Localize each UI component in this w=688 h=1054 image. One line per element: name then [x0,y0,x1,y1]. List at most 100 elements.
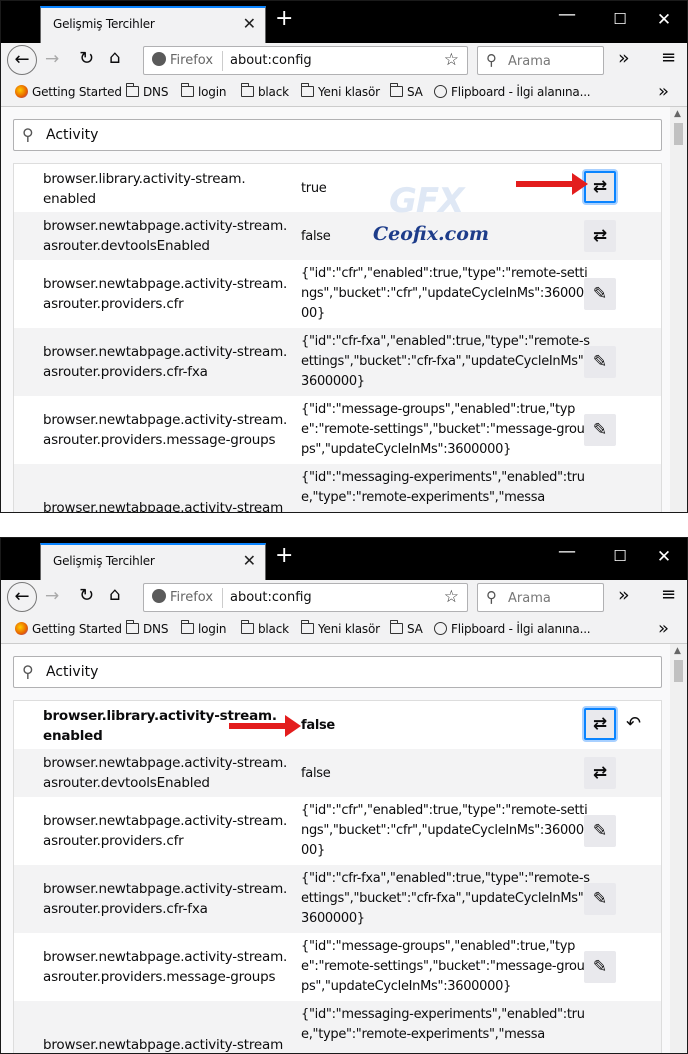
bookmark-dns[interactable]: DNS [125,83,168,99]
scroll-thumb[interactable] [674,660,683,682]
edit-button[interactable]: ✎ [584,346,616,378]
edit-button[interactable]: ✎ [584,278,616,310]
bookmark-label: black [258,622,289,636]
home-button[interactable]: ⌂ [109,584,120,605]
bookmark-black[interactable]: black [240,83,289,99]
toggle-button[interactable]: ⇄ [584,757,616,789]
url-text[interactable]: about:config [230,590,312,605]
search-filter-input[interactable]: ⚲ Activity [13,656,662,688]
bookmark-getting-started[interactable]: Getting Started [15,85,122,99]
new-tab-button[interactable]: + [275,8,293,30]
url-bar[interactable]: Firefox about:config ☆ [143,583,468,612]
config-content: ⚲ Activity browser.library.activity-stre… [1,107,687,512]
pref-name: browser.newtabpage.activity-stream. asro… [43,755,288,791]
scroll-up-icon[interactable]: ▲ [674,109,681,119]
table-row[interactable]: browser.library.activity-stream. enabled… [14,164,661,212]
scrollbar[interactable]: ▲ [670,107,687,512]
tab-advanced-preferences[interactable]: Gelişmiş Tercihler ✕ [40,6,266,43]
bookmark-black[interactable]: black [240,620,289,636]
edit-button[interactable]: ✎ [584,883,616,915]
forward-button[interactable]: → [45,586,59,606]
url-separator [222,588,223,608]
pref-value: {"id":"message-groups","enabled":true,"t… [301,939,585,994]
globe-icon [434,85,447,98]
new-tab-button[interactable]: + [275,545,293,567]
maximize-button[interactable]: ☐ [608,547,632,565]
maximize-button[interactable]: ☐ [608,10,632,28]
url-separator [222,51,223,71]
star-icon[interactable]: ☆ [444,587,459,607]
bookmark-login[interactable]: login [180,620,227,636]
edit-button[interactable]: ✎ [584,414,616,446]
search-filter-input[interactable]: ⚲ Activity [13,119,662,151]
forward-button[interactable]: → [45,49,59,69]
scroll-thumb[interactable] [674,123,683,145]
bookmark-flipboard[interactable]: Flipboard - İlgi alanına... [434,622,591,636]
bookmarks-more-button[interactable]: » [658,618,669,639]
bookmark-dns[interactable]: DNS [125,620,168,636]
back-button[interactable]: ← [7,582,37,612]
back-button[interactable]: ← [7,45,37,75]
pref-value: false [301,766,331,781]
reset-icon[interactable]: ↶ [626,713,641,734]
home-button[interactable]: ⌂ [109,47,120,68]
search-bar[interactable]: ⚲ Arama [477,46,604,75]
bookmark-flipboard[interactable]: Flipboard - İlgi alanına... [434,85,591,99]
close-icon[interactable]: ✕ [243,551,256,570]
pref-value: {"id":"messaging-experiments","enabled":… [301,1007,585,1042]
table-row-modified[interactable]: browser.library.activity-stream. enabled… [14,701,661,749]
search-filter-value: Activity [46,127,99,143]
toggle-button[interactable]: ⇄ [584,220,616,252]
bookmark-label: Getting Started [32,622,122,636]
url-text[interactable]: about:config [230,53,312,68]
edit-button[interactable]: ✎ [584,815,616,847]
bookmark-login[interactable]: login [180,83,226,99]
close-icon[interactable]: ✕ [243,14,256,33]
bookmark-sa[interactable]: SA [389,620,423,636]
scrollbar[interactable]: ▲ [670,644,687,1053]
overflow-menu-button[interactable]: » [618,584,630,606]
firefox-icon [152,589,166,603]
table-row[interactable]: browser.newtabpage.activity-stream. asro… [14,328,661,396]
table-row[interactable]: browser.newtabpage.activity-stream. asro… [14,749,661,797]
bookmark-getting-started[interactable]: Getting Started [15,622,122,636]
scroll-up-icon[interactable]: ▲ [674,646,681,656]
identity-box[interactable]: Firefox [152,52,213,68]
search-icon: ⚲ [22,125,34,144]
table-row[interactable]: browser.newtabpage.activity-stream. asro… [14,933,661,1001]
bookmark-yeni-klasor[interactable]: Yeni klasör [300,620,380,636]
bookmark-sa[interactable]: SA [389,83,423,99]
table-row[interactable]: browser.newtabpage.activity-stream. asro… [14,797,661,865]
tab-advanced-preferences[interactable]: Gelişmiş Tercihler ✕ [40,543,266,580]
reload-button[interactable]: ↻ [79,48,94,69]
bookmarks-toolbar: Getting Started DNS login black Yeni kla… [1,616,687,644]
search-placeholder: Arama [508,591,551,606]
identity-box[interactable]: Firefox [152,589,213,605]
overflow-menu-button[interactable]: » [618,47,630,69]
folder-icon [389,620,403,634]
table-row[interactable]: browser.newtabpage.activity-stream. asro… [14,396,661,464]
toggle-button[interactable]: ⇄ [584,708,616,740]
table-row[interactable]: browser.newtabpage.activity-stream. asro… [14,865,661,933]
table-row[interactable]: browser.newtabpage.activity-stream. asro… [14,212,661,260]
tab-title: Gelişmiş Tercihler [53,554,155,568]
hamburger-menu-icon[interactable]: ≡ [661,584,676,605]
star-icon[interactable]: ☆ [444,50,459,70]
bookmark-label: login [198,622,227,636]
window-close-button[interactable]: ✕ [652,10,676,30]
toggle-button[interactable]: ⇄ [584,171,616,203]
reload-button[interactable]: ↻ [79,585,94,606]
url-bar[interactable]: Firefox about:config ☆ [143,46,468,75]
minimize-button[interactable]: — [555,4,579,25]
window-close-button[interactable]: ✕ [652,547,676,567]
table-row[interactable]: browser.newtabpage.activity-stream {"id"… [14,1001,661,1053]
hamburger-menu-icon[interactable]: ≡ [661,47,676,68]
table-row[interactable]: browser.newtabpage.activity-stream {"id"… [14,464,661,512]
pref-name: browser.newtabpage.activity-stream. asro… [43,949,288,985]
search-bar[interactable]: ⚲ Arama [477,583,604,612]
bookmarks-more-button[interactable]: » [658,81,669,102]
edit-button[interactable]: ✎ [584,951,616,983]
bookmark-yeni-klasor[interactable]: Yeni klasör [300,83,380,99]
minimize-button[interactable]: — [555,541,579,562]
table-row[interactable]: browser.newtabpage.activity-stream. asro… [14,260,661,328]
